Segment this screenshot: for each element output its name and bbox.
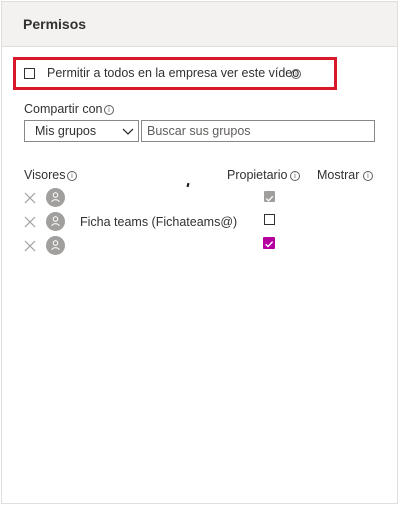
owner-checkbox[interactable] xyxy=(264,214,275,225)
share-with-label: Compartir con xyxy=(24,102,103,116)
group-select-value: Mis grupos xyxy=(35,124,97,138)
group-search-box[interactable] xyxy=(141,120,375,142)
checkmark-icon xyxy=(265,195,274,202)
person-icon xyxy=(51,192,60,203)
group-search-input[interactable] xyxy=(142,121,374,141)
viewers-column-header: Visores xyxy=(24,168,66,182)
avatar xyxy=(46,188,65,207)
show-column-header: Mostrar xyxy=(317,168,360,182)
info-icon[interactable]: i xyxy=(67,171,77,181)
viewer-name: Ficha teams (Fichateams@) xyxy=(80,215,238,229)
remove-viewer-icon[interactable] xyxy=(24,240,36,252)
stray-mark xyxy=(186,182,190,188)
avatar xyxy=(46,212,65,231)
panel-title: Permisos xyxy=(23,16,87,32)
info-icon[interactable]: i xyxy=(291,69,301,79)
info-icon[interactable]: i xyxy=(363,171,373,181)
checkmark-icon xyxy=(265,241,274,248)
remove-viewer-icon[interactable] xyxy=(24,216,36,228)
company-permission-label: Permitir a todos en la empresa ver este … xyxy=(47,66,300,80)
person-icon xyxy=(51,240,60,251)
info-icon[interactable]: i xyxy=(290,171,300,181)
company-permission-checkbox[interactable] xyxy=(24,68,35,79)
group-select[interactable]: Mis grupos xyxy=(24,120,139,142)
remove-viewer-icon[interactable] xyxy=(24,192,36,204)
owner-checkbox-checked[interactable] xyxy=(263,237,275,249)
avatar xyxy=(46,236,65,255)
owner-column-header: Propietario xyxy=(227,168,288,182)
info-icon[interactable]: i xyxy=(104,105,114,115)
panel-header: Permisos xyxy=(2,2,397,47)
permissions-panel: Permisos Permitir a todos en la empresa … xyxy=(1,1,398,504)
chevron-down-icon xyxy=(122,128,134,135)
owner-checkbox-disabled xyxy=(264,191,275,202)
person-icon xyxy=(51,216,60,227)
